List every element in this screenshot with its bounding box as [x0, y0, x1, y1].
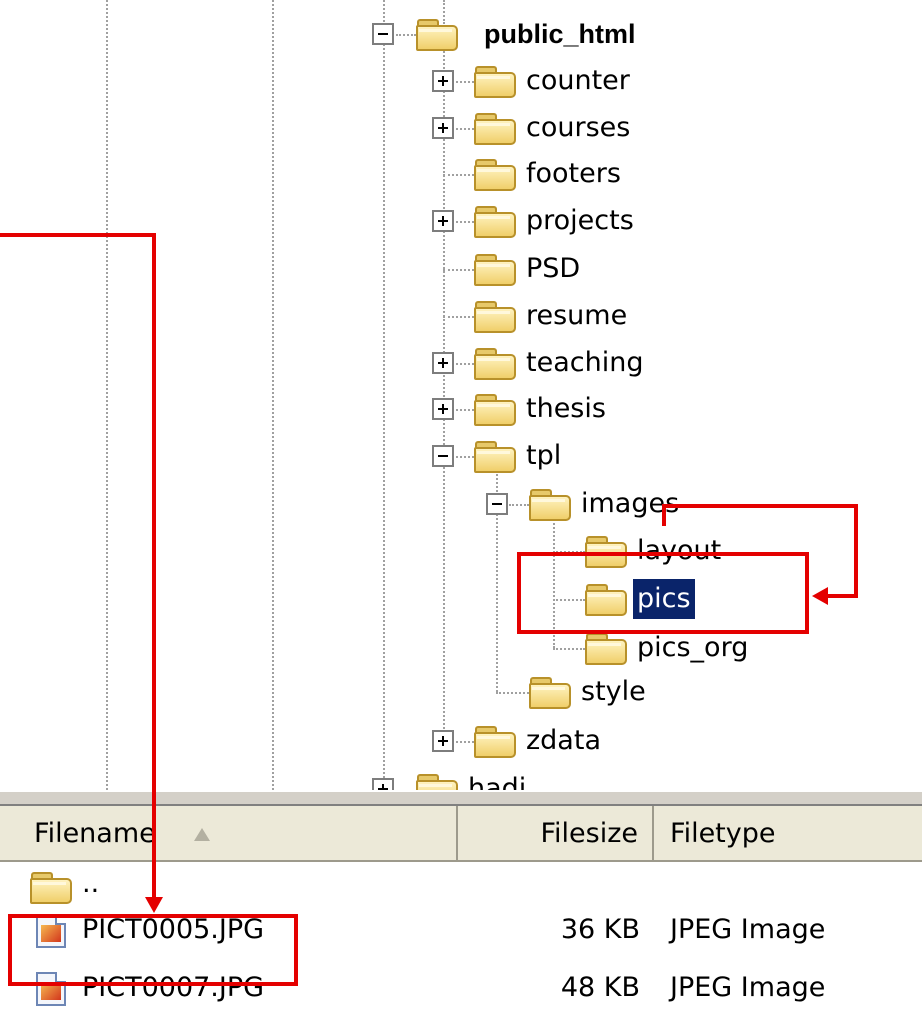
- tree-node-label: teaching: [526, 347, 644, 378]
- expand-toggle-icon[interactable]: [432, 730, 454, 752]
- tree-connector: [456, 81, 474, 83]
- column-header-label: Filetype: [670, 818, 776, 849]
- tree-node-style[interactable]: style: [529, 672, 650, 712]
- folder-icon: [474, 254, 516, 286]
- tree-node-label: courses: [526, 112, 631, 143]
- tree-connector: [456, 741, 474, 743]
- folder-icon: [474, 206, 516, 238]
- file-size: 36 KB: [560, 914, 640, 945]
- folder-icon: [474, 113, 516, 145]
- tree-node-zdata[interactable]: zdata: [474, 721, 605, 761]
- tree-connector: [443, 174, 474, 176]
- expand-toggle-icon[interactable]: [432, 70, 454, 92]
- tree-node-resume[interactable]: resume: [474, 296, 631, 336]
- tree-node-label: zdata: [526, 725, 601, 756]
- annotation-line: [826, 594, 858, 598]
- tree-connector: [456, 456, 474, 458]
- expand-toggle-icon[interactable]: [432, 117, 454, 139]
- collapse-toggle-icon[interactable]: [432, 445, 454, 467]
- tree-node-label: resume: [526, 300, 628, 331]
- tree-node-counter[interactable]: counter: [474, 61, 634, 101]
- tree-connector: [396, 34, 416, 36]
- tree-node-label: footers: [526, 158, 621, 189]
- column-header-filetype[interactable]: Filetype: [654, 806, 922, 860]
- folder-open-icon: [529, 489, 571, 521]
- annotation-box-pics: [517, 552, 809, 634]
- folder-icon: [529, 677, 571, 709]
- folder-open-icon: [474, 441, 516, 473]
- folder-tree[interactable]: public_html counter courses footers proj…: [0, 0, 922, 790]
- tree-node-label: projects: [526, 205, 634, 236]
- folder-icon: [585, 633, 627, 665]
- sort-ascending-icon: [193, 828, 210, 841]
- expand-toggle-icon[interactable]: [432, 210, 454, 232]
- folder-icon: [474, 348, 516, 380]
- expand-toggle-icon[interactable]: [372, 778, 394, 790]
- collapse-toggle-icon[interactable]: [372, 23, 394, 45]
- column-header-label: Filesize: [540, 818, 638, 849]
- annotation-line: [152, 233, 156, 901]
- tree-node-pics-org[interactable]: pics_org: [585, 628, 752, 668]
- tree-connector: [383, 0, 385, 790]
- file-type: JPEG Image: [670, 914, 826, 945]
- annotation-line: [0, 233, 156, 237]
- expand-toggle-icon[interactable]: [432, 352, 454, 374]
- tree-node-teaching[interactable]: teaching: [474, 343, 647, 383]
- tree-node-footers[interactable]: footers: [474, 154, 625, 194]
- tree-node-psd[interactable]: PSD: [474, 249, 584, 289]
- expand-toggle-icon[interactable]: [432, 398, 454, 420]
- folder-icon: [416, 774, 458, 790]
- folder-icon: [474, 394, 516, 426]
- tree-node-thesis[interactable]: thesis: [474, 389, 610, 429]
- column-header-filesize[interactable]: Filesize: [458, 806, 654, 860]
- pane-splitter[interactable]: [0, 790, 922, 806]
- annotation-line: [662, 504, 666, 526]
- folder-icon: [474, 159, 516, 191]
- tree-connector: [443, 269, 474, 271]
- annotation-line: [854, 504, 858, 598]
- tree-guide-line: [106, 0, 108, 790]
- column-header-filename[interactable]: Filename: [0, 806, 458, 860]
- folder-icon: [416, 19, 458, 51]
- tree-connector: [509, 504, 529, 506]
- tree-connector: [456, 221, 474, 223]
- annotation-box-file: [8, 914, 298, 986]
- tree-connector: [456, 363, 474, 365]
- tree-node-hadi[interactable]: hadi: [416, 769, 530, 790]
- tree-node-public-html[interactable]: public_html: [416, 14, 640, 54]
- tree-connector: [443, 316, 474, 318]
- file-size: 48 KB: [560, 972, 640, 1003]
- folder-up-icon: [30, 872, 72, 904]
- tree-connector: [553, 648, 585, 650]
- tree-node-label: public_html: [484, 19, 636, 49]
- tree-node-label: style: [581, 676, 646, 707]
- tree-node-label: hadi: [468, 773, 527, 790]
- list-item-parent-dir[interactable]: ..: [0, 862, 922, 910]
- tree-node-label: pics_org: [637, 632, 749, 663]
- tree-connector: [456, 128, 474, 130]
- tree-node-label: tpl: [526, 440, 562, 471]
- parent-dir-label: ..: [82, 868, 100, 899]
- tree-node-projects[interactable]: projects: [474, 201, 638, 241]
- tree-node-images[interactable]: images: [529, 484, 683, 524]
- tree-node-label: thesis: [526, 393, 606, 424]
- tree-connector: [443, 48, 445, 740]
- column-header-label: Filename: [34, 818, 156, 849]
- file-list-header: Filename Filesize Filetype: [0, 806, 922, 862]
- annotation-line: [662, 504, 858, 508]
- tree-connector: [496, 692, 529, 694]
- annotation-arrow-down-icon: [145, 897, 163, 913]
- file-type: JPEG Image: [670, 972, 826, 1003]
- folder-icon: [474, 726, 516, 758]
- tree-node-label: PSD: [526, 253, 581, 284]
- annotation-arrow-left-icon: [812, 587, 828, 605]
- tree-node-label: counter: [526, 65, 630, 96]
- collapse-toggle-icon[interactable]: [486, 493, 508, 515]
- folder-icon: [474, 66, 516, 98]
- folder-icon: [474, 301, 516, 333]
- tree-node-tpl[interactable]: tpl: [474, 436, 565, 476]
- tree-node-courses[interactable]: courses: [474, 108, 634, 148]
- tree-connector: [456, 409, 474, 411]
- tree-guide-line: [272, 0, 274, 790]
